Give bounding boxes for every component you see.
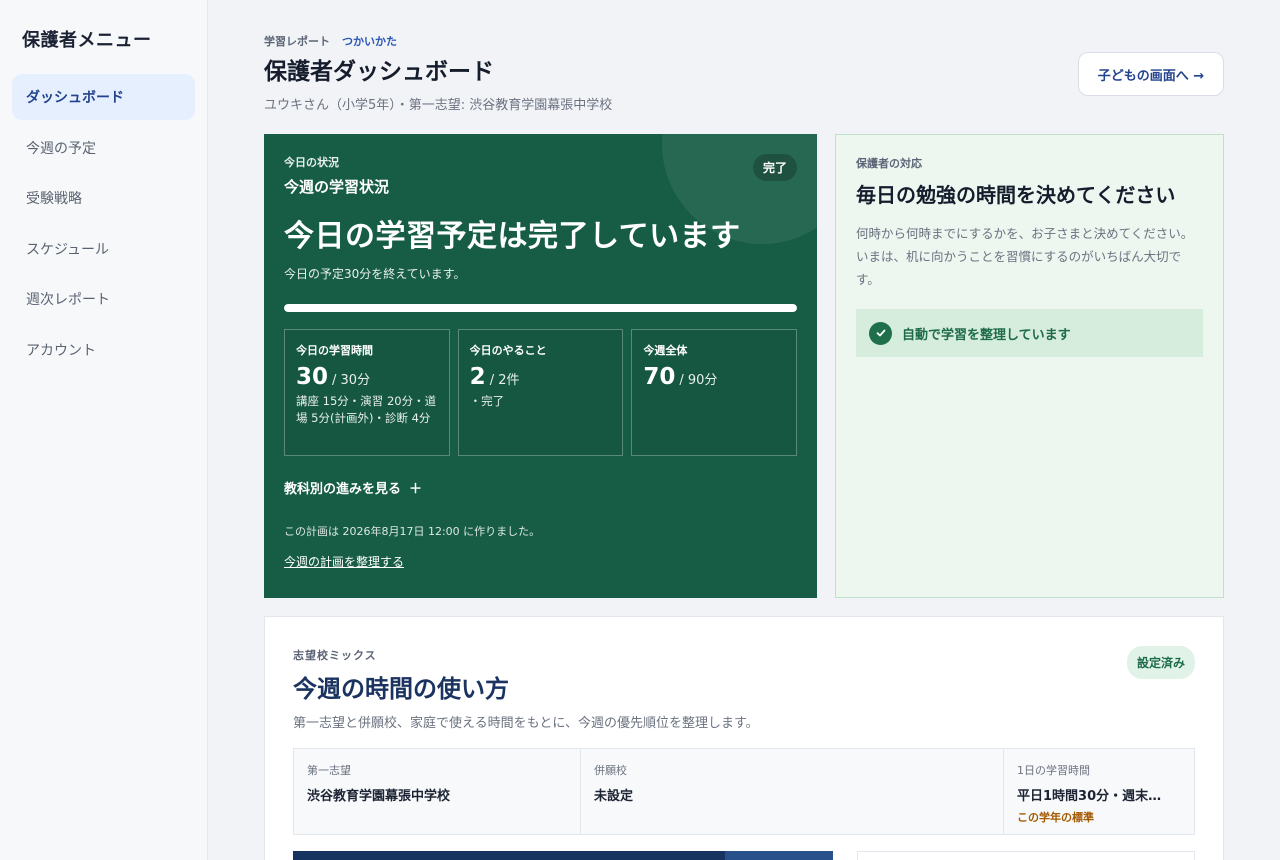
metric-label: 今日の学習時間 <box>296 344 373 357</box>
auto-organize-status: 自動で学習を整理しています <box>856 309 1203 358</box>
cell-label: 1日の学習時間 <box>1017 764 1090 777</box>
backup-school-cell: 併願校 未設定 <box>581 749 1004 834</box>
sidebar-title: 保護者メニュー <box>22 30 152 51</box>
metric-value: 70 <box>643 364 676 390</box>
plan-created-note: この計画は 2026年8月17日 12:00 に作りました。 <box>284 525 541 538</box>
cell-value: 未設定 <box>594 789 634 804</box>
metric-detail: ・完了 <box>469 394 505 408</box>
school-mix-title: 今週の時間の使い方 <box>293 675 509 703</box>
school-settings-table: 第一志望 渋谷教育学園幕張中学校 併願校 未設定 1日の学習時間 平日1時間30… <box>293 748 1195 835</box>
configured-badge: 設定済み <box>1126 646 1195 679</box>
metric-today-time: 今日の学習時間 30 / 30分 講座 15分・演習 20分・道場 5分(計画外… <box>284 329 450 456</box>
metric-week-total: 今週全体 70 / 90分 <box>631 329 798 456</box>
guardian-action-body: 何時から何時までにするかを、お子さまと決めてください。いまは、机に向かうことを習… <box>856 226 1194 288</box>
sidebar-item-schedule[interactable]: スケジュール <box>12 226 195 272</box>
page-title: 保護者ダッシュボード <box>264 59 494 85</box>
metrics-row: 今日の学習時間 30 / 30分 講座 15分・演習 20分・道場 5分(計画外… <box>284 329 798 456</box>
sidebar-item-weekly-plan[interactable]: 今週の予定 <box>12 125 195 171</box>
cell-note: この学年の標準 <box>1017 811 1094 824</box>
metric-value: 2 <box>469 364 486 390</box>
check-icon <box>869 321 892 345</box>
metric-unit: / 90分 <box>679 373 718 388</box>
sidebar-item-weekly-report[interactable]: 週次レポート <box>12 276 195 322</box>
sidebar: 保護者メニュー ダッシュボード 今週の予定 受験戦略 スケジュール 週次レポート… <box>0 0 208 860</box>
metric-value-row: 70 / 90分 <box>643 364 785 390</box>
metric-label: 今週全体 <box>643 344 688 357</box>
cell-label: 第一志望 <box>307 764 351 777</box>
cell-value: 渋谷教育学園幕張中学校 <box>307 789 451 804</box>
auto-organize-label: 自動で学習を整理しています <box>902 327 1071 343</box>
metric-unit: / 2件 <box>489 373 520 388</box>
cell-value: 平日1時間30分・週末… <box>1017 789 1162 804</box>
metric-detail: 講座 15分・演習 20分・道場 5分(計画外)・診断 4分 <box>296 394 437 426</box>
school-mix-card: 志望校ミックス 今週の時間の使い方 第一志望と併願校、家庭で使える時間をもとに、… <box>264 616 1224 860</box>
priority-panel <box>857 851 1195 860</box>
organize-plan-link[interactable]: 今週の計画を整理する <box>284 553 404 570</box>
metric-unit: / 30分 <box>332 373 371 388</box>
help-link[interactable]: つかいかた <box>342 33 397 49</box>
status-label: 今日の状況 <box>284 156 339 169</box>
child-screen-button[interactable]: 子どもの画面へ → <box>1078 52 1224 96</box>
status-badge: 完了 <box>752 154 797 181</box>
sidebar-item-dashboard[interactable]: ダッシュボード <box>12 74 195 120</box>
cell-label: 併願校 <box>594 764 627 777</box>
school-mix-label: 志望校ミックス <box>293 649 377 662</box>
sidebar-item-exam-strategy[interactable]: 受験戦略 <box>12 175 195 221</box>
school-mix-description: 第一志望と併願校、家庭で使える時間をもとに、今週の優先順位を整理します。 <box>293 716 759 731</box>
metric-value: 30 <box>296 364 329 390</box>
guardian-action-card: 保護者の対応 毎日の勉強の時間を決めてください 何時から何時までにするかを、お子… <box>835 134 1224 598</box>
today-status-card: 今日の状況 今週の学習状況 完了 今日の学習予定は完了しています 今日の予定30… <box>264 134 817 598</box>
metric-today-tasks: 今日のやること 2 / 2件 ・完了 <box>457 329 624 456</box>
eyebrow-label: 学習レポート <box>264 35 330 48</box>
subject-progress-toggle[interactable]: 教科別の進みを見る ＋ <box>284 478 797 497</box>
subject-toggle-label: 教科別の進みを見る <box>284 482 402 497</box>
metric-value-row: 2 / 2件 <box>470 364 612 390</box>
panel-accent <box>725 851 833 860</box>
first-choice-cell: 第一志望 渋谷教育学園幕張中学校 <box>294 749 581 834</box>
sidebar-item-account[interactable]: アカウント <box>12 327 195 373</box>
breadcrumb: 学習レポート つかいかた <box>264 33 397 49</box>
guardian-action-label: 保護者の対応 <box>856 157 922 170</box>
time-allocation-panel <box>293 851 833 860</box>
metric-label: 今日のやること <box>469 344 547 357</box>
plus-icon: ＋ <box>409 482 423 497</box>
daily-study-time-cell: 1日の学習時間 平日1時間30分・週末… この学年の標準 <box>1004 749 1194 834</box>
progress-bar <box>284 304 797 312</box>
metric-value-row: 30 / 30分 <box>296 364 438 390</box>
status-description: 今日の予定30分を終えています。 <box>284 267 466 281</box>
progress-fill <box>284 304 797 312</box>
page-subtitle: ユウキさん（小学5年）・第一志望: 渋谷教育学園幕張中学校 <box>264 98 613 113</box>
guardian-action-title: 毎日の勉強の時間を決めてください <box>856 183 1176 207</box>
